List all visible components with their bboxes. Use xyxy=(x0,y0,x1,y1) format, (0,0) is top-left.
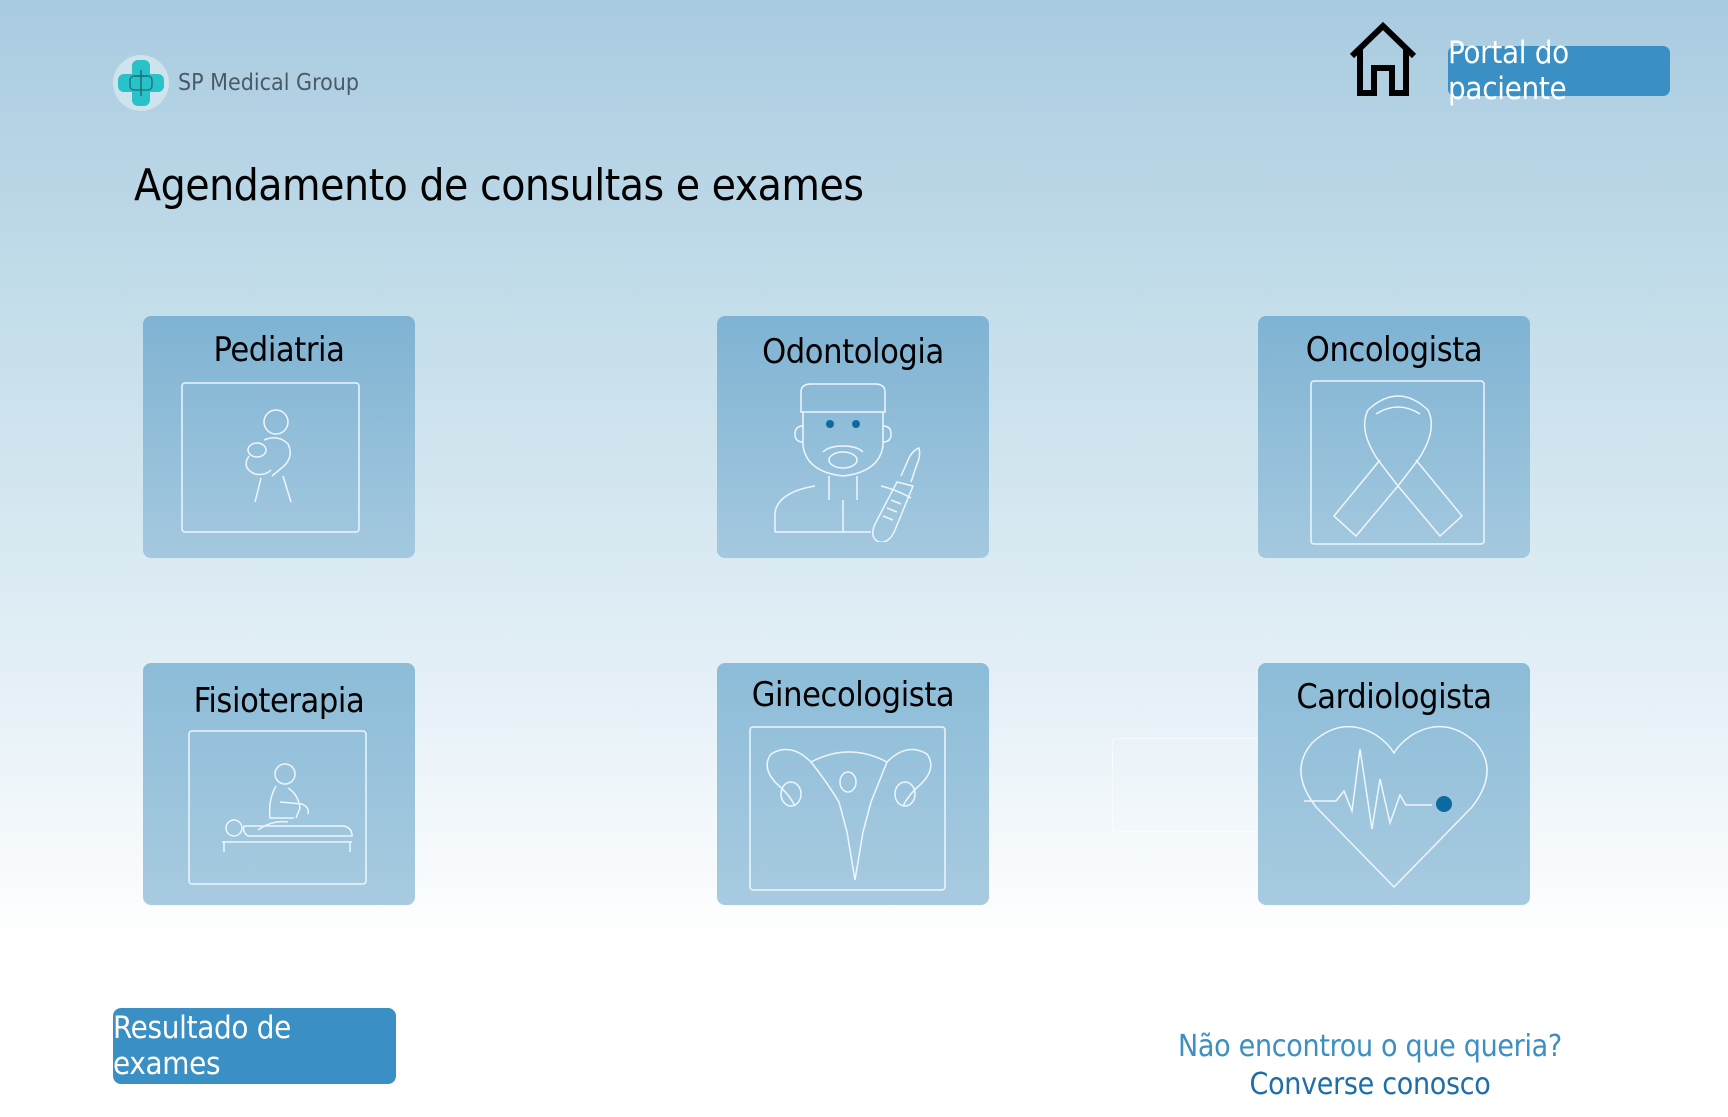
page-title: Agendamento de consultas e exames xyxy=(134,160,864,211)
exam-results-button[interactable]: Resultado de exames xyxy=(113,1008,396,1084)
specialty-label: Odontologia xyxy=(762,332,944,372)
specialty-label: Ginecologista xyxy=(751,675,955,715)
help-section: Não encontrou o que queria? Converse con… xyxy=(1150,1028,1590,1104)
specialty-label: Oncologista xyxy=(1305,330,1483,370)
dentist-icon xyxy=(774,383,921,542)
help-question: Não encontrou o que queria? xyxy=(1178,1029,1562,1064)
medical-cross-logo-icon xyxy=(113,55,169,111)
patient-portal-button[interactable]: Portal do paciente xyxy=(1448,35,1670,107)
specialty-card-oncologista[interactable]: Oncologista xyxy=(1258,316,1530,558)
brand-logo[interactable]: SP Medical Group xyxy=(112,54,359,112)
specialty-card-cardiologista[interactable]: Cardiologista xyxy=(1258,663,1530,905)
specialty-label: Fisioterapia xyxy=(193,681,365,721)
heartbeat-icon xyxy=(1300,725,1488,889)
contact-us-link[interactable]: Converse conosco xyxy=(1150,1066,1590,1104)
specialty-label: Pediatria xyxy=(213,330,345,370)
specialty-card-ginecologista[interactable]: Ginecologista xyxy=(717,663,989,905)
specialty-card-pediatria[interactable]: Pediatria xyxy=(143,316,415,558)
brand-name: SP Medical Group xyxy=(178,70,359,96)
specialty-card-fisioterapia[interactable]: Fisioterapia xyxy=(143,663,415,905)
uterus-icon xyxy=(749,726,946,891)
cancer-ribbon-icon xyxy=(1310,380,1485,545)
specialty-label: Cardiologista xyxy=(1296,677,1492,717)
specialty-card-odontologia[interactable]: Odontologia xyxy=(717,316,989,558)
physiotherapy-icon xyxy=(188,730,367,885)
pediatrics-icon xyxy=(181,382,360,533)
empty-placeholder-box xyxy=(1112,738,1260,832)
home-icon[interactable] xyxy=(1346,18,1420,98)
